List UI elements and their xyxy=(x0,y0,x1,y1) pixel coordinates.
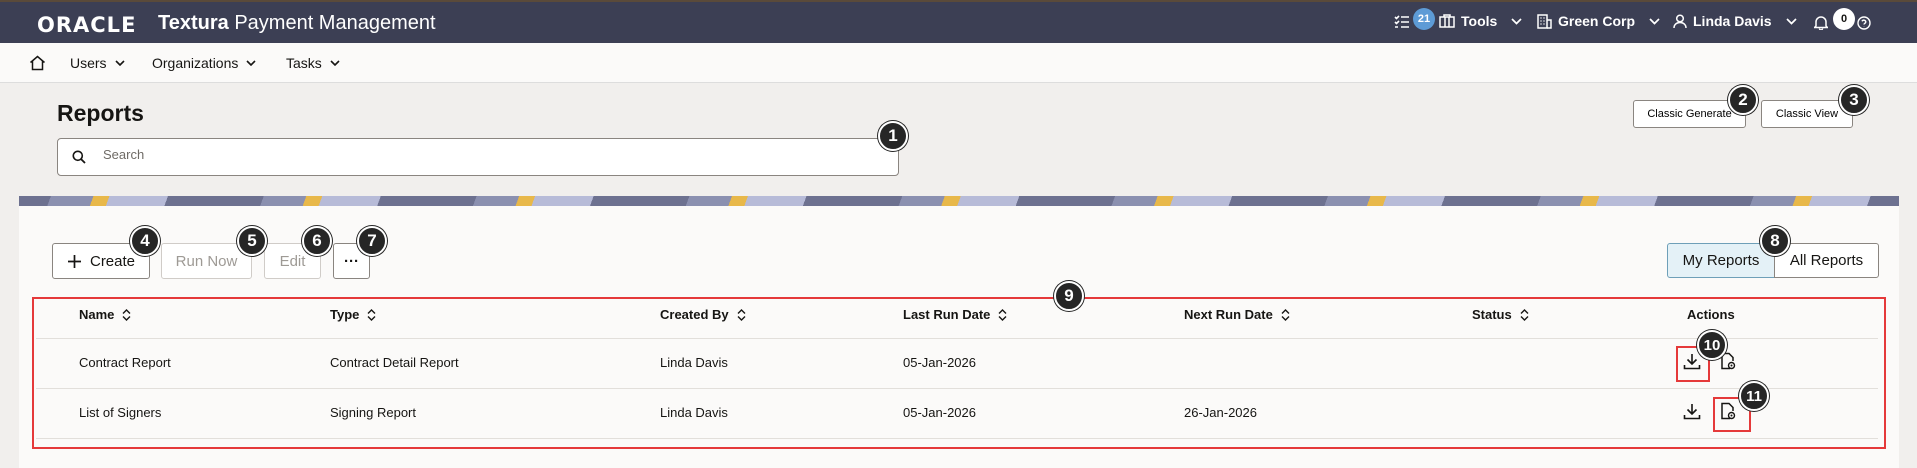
nav-organizations[interactable]: Organizations xyxy=(152,55,256,71)
top-bar: ORACLE Textura Payment Management 21 Too… xyxy=(0,0,1917,43)
my-reports-tab[interactable]: My Reports xyxy=(1667,243,1775,278)
search-box[interactable] xyxy=(57,138,899,176)
nav-users[interactable]: Users xyxy=(70,55,125,71)
tools-label: Tools xyxy=(1461,13,1498,29)
create-label: Create xyxy=(89,252,136,270)
callout-2: 2 xyxy=(1728,85,1758,115)
user-label: Linda Davis xyxy=(1693,13,1772,29)
help-icon[interactable] xyxy=(1857,16,1871,30)
callout-1: 1 xyxy=(878,121,908,151)
chevron-down-icon xyxy=(114,60,125,66)
chevron-down-icon xyxy=(1511,17,1522,25)
notifications-count-badge: 0 xyxy=(1833,8,1855,30)
nav-tasks[interactable]: Tasks xyxy=(286,55,340,71)
nav-organizations-label: Organizations xyxy=(152,55,239,71)
chevron-down-icon xyxy=(1649,17,1660,25)
organization-menu[interactable]: Green Corp xyxy=(1537,13,1660,29)
callout-10: 10 xyxy=(1697,330,1727,360)
toolbox-icon xyxy=(1439,14,1455,28)
callout-11: 11 xyxy=(1739,381,1769,411)
search-input[interactable] xyxy=(103,147,863,162)
callout-9: 9 xyxy=(1054,281,1084,311)
callout-6: 6 xyxy=(302,226,332,256)
task-list-icon[interactable] xyxy=(1394,15,1410,29)
user-menu[interactable]: Linda Davis xyxy=(1673,13,1797,29)
all-reports-tab[interactable]: All Reports xyxy=(1774,243,1879,278)
building-icon xyxy=(1537,13,1552,29)
nav-tasks-label: Tasks xyxy=(286,55,322,71)
organization-label: Green Corp xyxy=(1558,13,1636,29)
tasks-count-badge: 21 xyxy=(1413,8,1435,30)
callout-5: 5 xyxy=(237,226,267,256)
callout-3: 3 xyxy=(1839,85,1869,115)
search-icon xyxy=(72,150,86,164)
home-icon[interactable] xyxy=(29,55,46,71)
oracle-logo: ORACLE xyxy=(37,13,137,37)
app-title: Textura Payment Management xyxy=(158,12,436,34)
chevron-down-icon xyxy=(1785,17,1797,25)
plus-icon xyxy=(67,254,82,269)
page-title: Reports xyxy=(57,100,144,126)
user-icon xyxy=(1673,13,1687,29)
chevron-down-icon xyxy=(330,60,340,66)
nav-bar: Users Organizations Tasks xyxy=(0,43,1917,83)
bell-icon[interactable] xyxy=(1814,15,1828,30)
table-highlight-box xyxy=(32,297,1886,449)
chevron-down-icon xyxy=(246,60,256,66)
nav-users-label: Users xyxy=(70,55,107,71)
callout-8: 8 xyxy=(1760,226,1790,256)
tools-menu[interactable]: Tools xyxy=(1439,13,1522,29)
callout-7: 7 xyxy=(357,226,387,256)
callout-4: 4 xyxy=(130,226,160,256)
